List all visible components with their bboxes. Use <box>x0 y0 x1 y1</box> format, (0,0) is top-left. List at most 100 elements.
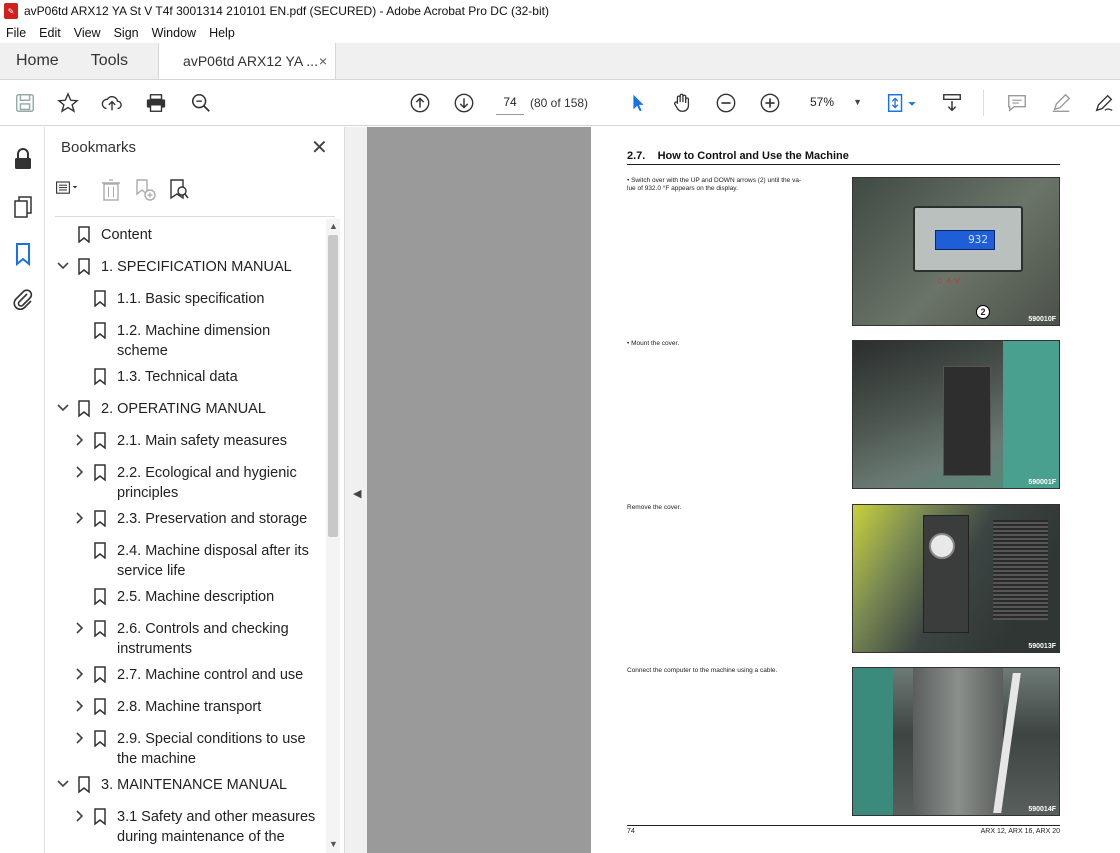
chevron-right-icon[interactable] <box>74 621 86 635</box>
chevron-right-icon[interactable] <box>74 699 86 713</box>
chevron-right-icon[interactable] <box>74 667 86 681</box>
close-icon[interactable]: ✕ <box>311 135 328 160</box>
bookmarks-tree: Content 1. SPECIFICATION MANUAL 1.1. Bas… <box>45 221 327 853</box>
step-photo: 590014F <box>852 667 1060 816</box>
chevron-down-icon[interactable] <box>57 777 69 791</box>
page-footer-models: ARX 12, ARX 16, ARX 20 <box>980 828 1060 835</box>
hand-tool-icon[interactable] <box>670 91 694 115</box>
bookmark-icon <box>94 322 106 339</box>
menu-help[interactable]: Help <box>209 26 235 40</box>
zoom-select[interactable]: 57% ▼ <box>806 89 862 115</box>
chevron-right-icon[interactable] <box>74 809 86 823</box>
zoom-in-icon[interactable] <box>758 91 782 115</box>
chevron-right-icon[interactable] <box>74 511 86 525</box>
bookmark-icon <box>78 776 90 793</box>
lock-icon[interactable] <box>11 147 35 171</box>
bookmarks-title: Bookmarks <box>61 139 137 156</box>
toolbar-divider <box>983 90 984 116</box>
find-bookmark-icon[interactable] <box>167 178 191 202</box>
bookmark-panel-icon[interactable] <box>11 242 35 267</box>
bookmarks-divider <box>55 216 335 217</box>
chevron-down-icon[interactable] <box>57 401 69 415</box>
tab-document-label: avP06td ARX12 YA ... <box>183 53 318 69</box>
step-text: Remove the cover. <box>627 504 682 511</box>
collapse-panel-icon[interactable]: ◀ <box>353 487 361 500</box>
bookmark-options-icon[interactable] <box>55 178 79 202</box>
page-thumbnails-icon[interactable] <box>11 195 35 219</box>
new-bookmark-icon[interactable] <box>133 178 157 202</box>
print-icon[interactable] <box>144 91 168 115</box>
window-title: avP06td ARX12 YA St V T4f 3001314 210101… <box>24 4 549 18</box>
menu-file[interactable]: File <box>6 26 26 40</box>
fit-page-dropdown-icon[interactable] <box>906 91 918 115</box>
machine-pillar <box>853 668 893 815</box>
zoom-search-icon[interactable] <box>189 91 213 115</box>
menu-bar: File Edit View Sign Window Help <box>0 22 1120 43</box>
scroll-up-icon[interactable]: ▲ <box>329 221 338 231</box>
pdf-page: 2.7. How to Control and Use the Machine … <box>591 127 1120 853</box>
bookmark-icon <box>94 432 106 449</box>
menu-window[interactable]: Window <box>152 26 196 40</box>
bookmark-icon <box>94 698 106 715</box>
step-text: • Switch over with the UP and DOWN arrow… <box>627 177 802 192</box>
step-text: • Mount the cover. <box>627 340 680 347</box>
close-tab-icon[interactable]: × <box>319 53 327 69</box>
chevron-down-icon: ▼ <box>853 97 862 107</box>
menu-view[interactable]: View <box>74 26 101 40</box>
attachment-paperclip-icon[interactable] <box>11 287 35 311</box>
chevron-right-icon[interactable] <box>74 731 86 745</box>
bookmark-icon <box>78 258 90 275</box>
bookmark-icon <box>94 368 106 385</box>
select-cursor-icon[interactable] <box>626 91 650 115</box>
section-heading: 2.7. How to Control and Use the Machine <box>627 150 849 162</box>
fit-page-icon[interactable] <box>884 91 908 115</box>
bookmark-icon <box>94 290 106 307</box>
photo-caption: 590001F <box>1028 479 1056 486</box>
sign-pen-icon[interactable] <box>1092 91 1116 115</box>
chevron-right-icon[interactable] <box>74 465 86 479</box>
step-photo: 590013F <box>852 504 1060 653</box>
bookmark-icon <box>94 588 106 605</box>
control-buttons-glyph: ○ ˄ ˅ <box>937 276 961 287</box>
zoom-out-icon[interactable] <box>714 91 738 115</box>
scroll-mode-icon[interactable] <box>940 91 964 115</box>
bookmarks-toolbar <box>55 175 191 205</box>
step-text: Connect the computer to the machine usin… <box>627 667 778 674</box>
bookmark-icon <box>94 730 106 747</box>
navigation-rail <box>0 127 45 853</box>
comment-icon[interactable] <box>1005 91 1029 115</box>
bookmark-icon <box>78 226 90 243</box>
heading-rule <box>627 164 1060 165</box>
cover-panel <box>943 366 991 476</box>
tab-tools[interactable]: Tools <box>75 43 144 79</box>
bookmark-icon <box>94 542 106 559</box>
bookmark-icon <box>94 666 106 683</box>
save-icon[interactable] <box>13 91 37 115</box>
machine-frame <box>1003 341 1059 488</box>
radiator-grille <box>993 520 1048 620</box>
tab-home[interactable]: Home <box>0 43 75 79</box>
bookmark-icon <box>94 620 106 637</box>
bookmarks-scrollbar-thumb[interactable] <box>328 235 338 537</box>
menu-edit[interactable]: Edit <box>39 26 61 40</box>
chevron-down-icon[interactable] <box>57 259 69 273</box>
engine-bay <box>913 668 1003 815</box>
photo-caption: 590014F <box>1028 806 1056 813</box>
menu-sign[interactable]: Sign <box>114 26 139 40</box>
previous-page-icon[interactable] <box>408 91 432 115</box>
scroll-down-icon[interactable]: ▼ <box>329 839 338 849</box>
callout-marker: 2 <box>976 305 990 319</box>
tab-document[interactable]: avP06td ARX12 YA ... × <box>158 43 337 79</box>
bookmark-icon <box>94 464 106 481</box>
photo-caption: 590010F <box>1028 316 1056 323</box>
star-icon[interactable] <box>56 91 80 115</box>
page-number-input[interactable]: 74 <box>496 89 524 115</box>
highlight-pen-icon[interactable] <box>1049 91 1073 115</box>
gauge <box>929 533 955 559</box>
delete-bookmark-icon[interactable] <box>99 178 123 202</box>
upload-cloud-icon[interactable] <box>100 91 124 115</box>
chevron-right-icon[interactable] <box>74 433 86 447</box>
page-footer-number: 74 <box>627 828 635 835</box>
next-page-icon[interactable] <box>452 91 476 115</box>
bookmark-safety-maintenance[interactable]: 3.1 Safety and other measures during mai… <box>45 807 327 853</box>
